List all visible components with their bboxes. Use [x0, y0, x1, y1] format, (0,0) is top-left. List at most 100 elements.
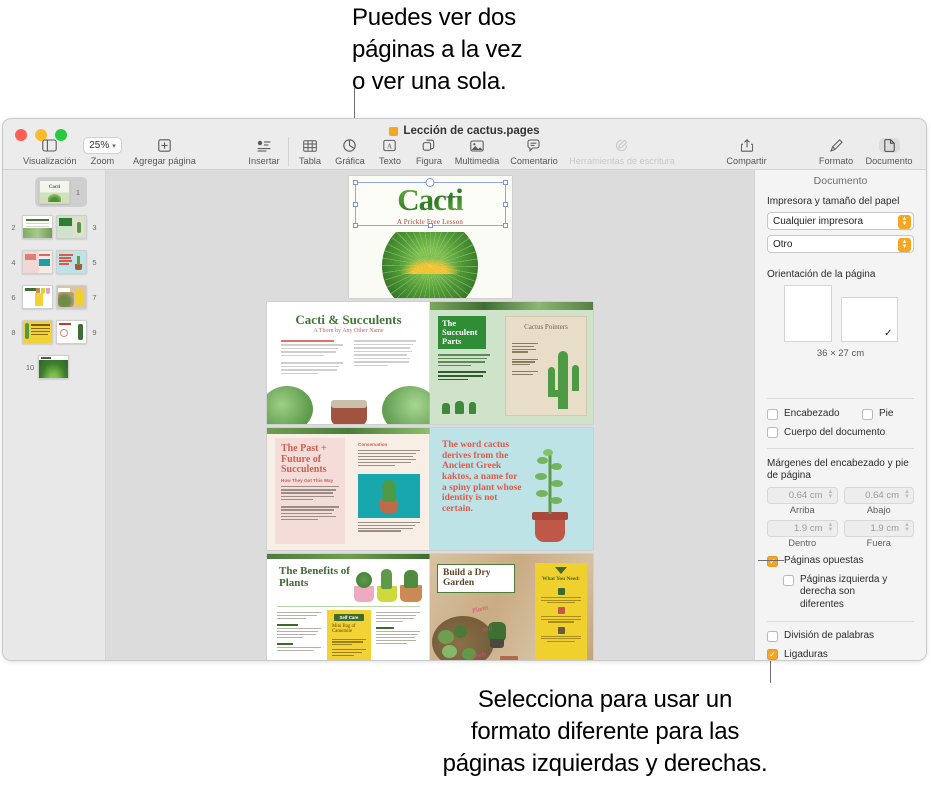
- canvas-page-1[interactable]: Cacti A Prickle Free Lesson: [348, 176, 512, 298]
- page6-col-left[interactable]: [277, 612, 321, 651]
- toolbar-button-table[interactable]: Tabla: [291, 137, 329, 166]
- stepper-icon[interactable]: ▲ ▼: [828, 522, 834, 533]
- stepper-icon[interactable]: ▲ ▼: [898, 214, 911, 229]
- ligatures-checkbox-row[interactable]: ✓ Ligaduras: [767, 648, 914, 660]
- page6-title[interactable]: The Benefits of Plants: [279, 565, 353, 590]
- margin-inside-input[interactable]: 1.9 cm ▲ ▼: [767, 520, 838, 537]
- different-left-right-checkbox[interactable]: [783, 574, 794, 586]
- ligatures-checkbox-label: Ligaduras: [784, 648, 828, 660]
- page3-title-block[interactable]: The Succulent Parts: [438, 316, 486, 349]
- page-thumbnail-9[interactable]: [55, 320, 87, 344]
- toolbar-label-comment: Comentario: [510, 156, 558, 166]
- page3-body-text[interactable]: [438, 354, 490, 381]
- different-left-right-checkbox-row[interactable]: Páginas izquierda y derecha son diferent…: [783, 574, 914, 612]
- canvas-page-3[interactable]: The Succulent Parts Cactus Pointers: [430, 302, 593, 424]
- page-thumbnail-5[interactable]: [55, 250, 87, 274]
- body-checkbox[interactable]: [767, 427, 778, 439]
- page4-sidebar-head[interactable]: Conservation: [358, 442, 420, 447]
- canvas-page-6[interactable]: The Benefits of Plants Self Care Mini Ba…: [267, 554, 430, 660]
- page2-column-right[interactable]: [354, 340, 416, 366]
- canvas-page-7[interactable]: Build a Dry Garden Plants Soil Bowls Wha…: [430, 554, 593, 660]
- page-thumbnail-8[interactable]: [21, 320, 53, 344]
- canvas-page-2[interactable]: Cacti & Succulents A Thorn by Any Other …: [267, 302, 430, 424]
- page-thumbnail-10[interactable]: [38, 355, 69, 379]
- spread-pages-2-3: Cacti & Succulents A Thorn by Any Other …: [267, 302, 593, 424]
- footer-checkbox[interactable]: [862, 408, 873, 420]
- page4-left-body[interactable]: [281, 486, 339, 521]
- cover-subtitle[interactable]: A Prickle Free Lesson: [349, 218, 512, 226]
- margin-cell-outside: 1.9 cm ▲ ▼ Fuera: [843, 520, 914, 548]
- toolbar-button-document[interactable]: Documento: [860, 137, 918, 166]
- toolbar-button-share[interactable]: Compartir: [721, 137, 773, 166]
- footer-checkbox-row[interactable]: Pie: [862, 408, 914, 421]
- toolbar-button-add-page[interactable]: Agregar página: [126, 137, 202, 166]
- toolbar-button-format[interactable]: Formato: [812, 137, 860, 166]
- margin-top-caption: Arriba: [789, 505, 815, 515]
- margin-outside-caption: Fuera: [866, 538, 891, 548]
- page5-quote[interactable]: The word cactus derives from the Ancient…: [442, 440, 524, 514]
- page4-caption[interactable]: [358, 522, 420, 532]
- page-thumbnail-3[interactable]: [55, 215, 87, 239]
- media-icon: [470, 137, 484, 154]
- cover-title[interactable]: Cacti: [349, 184, 512, 215]
- margin-top-input[interactable]: 0.64 cm ▲ ▼: [767, 487, 838, 504]
- page4-subhead[interactable]: How They Got This Way: [281, 478, 341, 483]
- margin-bottom-input[interactable]: 0.64 cm ▲ ▼: [843, 487, 914, 504]
- toolbar-button-view[interactable]: Visualización: [21, 137, 78, 166]
- page-thumbnail-6[interactable]: [21, 285, 53, 309]
- page7-title-box[interactable]: Build a Dry Garden: [437, 564, 515, 593]
- toolbar-label-document: Documento: [865, 156, 913, 166]
- thumbnail-selection-highlight[interactable]: Cacti 1: [35, 177, 87, 207]
- orientation-options[interactable]: ✓: [767, 285, 914, 342]
- page3-diagram-card[interactable]: Cactus Pointers: [505, 316, 587, 416]
- toolbar-button-text[interactable]: A Texto: [371, 137, 409, 166]
- page6-col-right[interactable]: [376, 612, 420, 644]
- stepper-icon[interactable]: ▲ ▼: [904, 489, 910, 500]
- hyphenation-checkbox[interactable]: [767, 630, 778, 642]
- page6-selfcare-card[interactable]: Self Care Mini Bag of Camomile: [327, 610, 371, 660]
- page2-subtitle[interactable]: A Thorn by Any Other Name: [267, 328, 430, 334]
- toolbar-button-writing-tools[interactable]: Herramientas de escritura: [563, 137, 681, 166]
- margin-outside-input[interactable]: 1.9 cm ▲ ▼: [843, 520, 914, 537]
- canvas-page-4[interactable]: The Past + Future of Succulents How They…: [267, 428, 430, 550]
- paper-size-popup[interactable]: Otro ▲ ▼: [767, 235, 914, 253]
- page2-title[interactable]: Cacti & Succulents: [267, 312, 430, 328]
- body-checkbox-row[interactable]: Cuerpo del documento: [767, 427, 914, 440]
- toolbar-label-chart: Gráfica: [335, 156, 365, 166]
- orientation-landscape-option[interactable]: ✓: [840, 297, 898, 342]
- callout-top-text: Puedes ver dos páginas a la vez o ver un…: [352, 4, 523, 95]
- ligatures-checkbox[interactable]: ✓: [767, 649, 778, 660]
- page2-column-left[interactable]: [281, 340, 343, 374]
- stepper-icon[interactable]: ▲ ▼: [898, 237, 911, 252]
- facing-pages-checkbox-row[interactable]: ✓ Páginas opuestas: [767, 555, 914, 568]
- document-icon-wrap: [878, 137, 900, 154]
- toolbar-button-chart[interactable]: Gráfica: [329, 137, 371, 166]
- page-thumbnails-sidebar[interactable]: Cacti 1 2 3 4 5 6 7 8 9 10: [3, 170, 106, 660]
- document-title[interactable]: Lección de cactus.pages: [3, 125, 926, 137]
- header-checkbox-row[interactable]: Encabezado: [767, 408, 862, 421]
- page-thumbnail-4[interactable]: [21, 250, 53, 274]
- share-icon: [740, 137, 753, 154]
- page-thumbnail-1[interactable]: Cacti: [39, 180, 70, 204]
- document-canvas[interactable]: Cacti A Prickle Free Lesson Cacti & Succ…: [106, 170, 754, 660]
- orientation-portrait-option[interactable]: [783, 285, 832, 342]
- printer-popup[interactable]: Cualquier impresora ▲ ▼: [767, 212, 914, 230]
- header-checkbox[interactable]: [767, 408, 778, 420]
- toolbar-button-comment[interactable]: Comentario: [505, 137, 563, 166]
- facing-pages-checkbox[interactable]: ✓: [767, 555, 778, 567]
- toolbar-button-shape[interactable]: Figura: [409, 137, 449, 166]
- canvas-page-5[interactable]: The word cactus derives from the Ancient…: [430, 428, 593, 550]
- page7-needs-panel[interactable]: What You Need:: [535, 563, 587, 660]
- page-thumbnail-7[interactable]: [55, 285, 87, 309]
- toolbar-button-media[interactable]: Multimedia: [449, 137, 505, 166]
- toolbar-button-insert[interactable]: Insertar: [242, 137, 286, 166]
- document-inspector-panel[interactable]: Documento Impresora y tamaño del papel C…: [754, 170, 926, 660]
- stepper-icon[interactable]: ▲ ▼: [904, 522, 910, 533]
- zoom-popup-box[interactable]: 25% ▾: [83, 137, 122, 154]
- toolbar-zoom-popup[interactable]: 25% ▾ Zoom: [78, 137, 126, 166]
- stepper-icon[interactable]: ▲ ▼: [828, 489, 834, 500]
- hyphenation-checkbox-row[interactable]: División de palabras: [767, 630, 914, 643]
- page4-title[interactable]: The Past + Future of Succulents: [281, 443, 341, 476]
- page-thumbnail-2[interactable]: [21, 215, 53, 239]
- page4-sidebar-body[interactable]: [358, 450, 420, 467]
